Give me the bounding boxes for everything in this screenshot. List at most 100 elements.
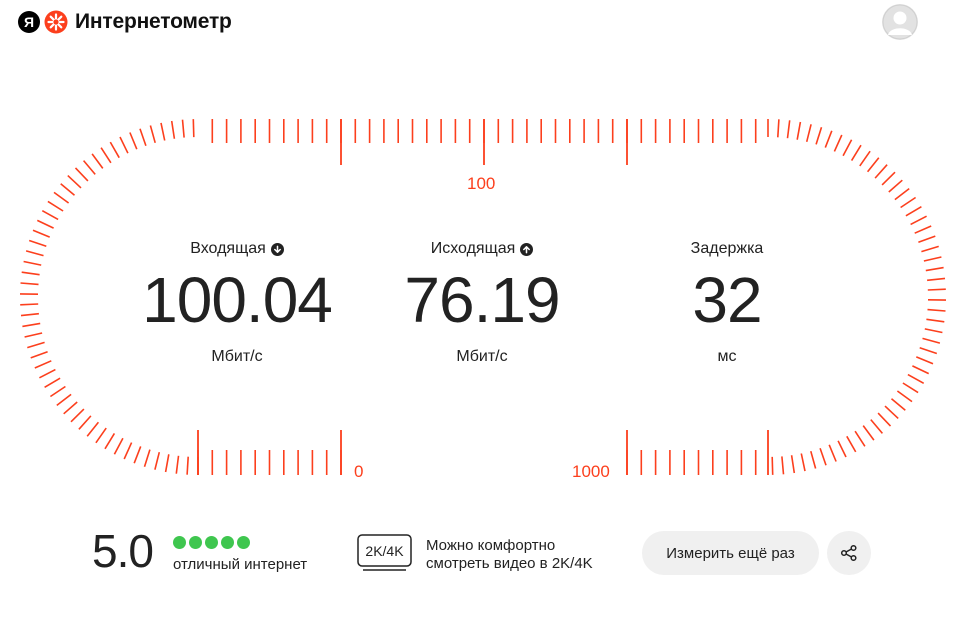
gauge-tick bbox=[918, 235, 936, 244]
gauge-tick bbox=[796, 121, 802, 140]
gauge-tick bbox=[914, 225, 932, 234]
gauge-tick bbox=[881, 171, 896, 186]
gauge-tick bbox=[890, 398, 906, 411]
gauge-tick bbox=[877, 412, 892, 427]
gauge-tick bbox=[912, 365, 930, 375]
gauge-tick bbox=[164, 454, 170, 473]
gauge-tick bbox=[926, 318, 945, 323]
gauge-tick bbox=[828, 444, 837, 462]
scale-label-1000: 1000 bbox=[572, 462, 610, 481]
gauge-tick bbox=[824, 130, 833, 148]
rating-text: отличный интернет bbox=[173, 556, 308, 573]
gauge-tick bbox=[21, 271, 40, 276]
gauge-tick bbox=[20, 303, 39, 306]
gauge-tick bbox=[154, 452, 161, 470]
upload-title: Исходящая bbox=[372, 240, 592, 258]
gauge-tick bbox=[20, 282, 39, 286]
gauge-tick bbox=[922, 337, 941, 344]
rating-stars bbox=[173, 536, 250, 549]
gauge-tick bbox=[894, 187, 910, 201]
gauge-tick bbox=[815, 126, 823, 145]
video-quality-text: Можно комфортно смотреть видео в 2K/4K bbox=[426, 537, 626, 573]
gauge-tick bbox=[907, 373, 925, 385]
gauge-tick bbox=[186, 456, 189, 475]
gauge-tick bbox=[905, 206, 922, 217]
gauge-tick bbox=[129, 132, 138, 150]
gauge-tick bbox=[874, 164, 888, 179]
upload-value: 76.19 bbox=[404, 264, 560, 336]
latency-title: Задержка bbox=[617, 240, 837, 258]
gauge-tick bbox=[67, 175, 82, 189]
gauge-tick bbox=[850, 144, 862, 162]
latency-metric: Задержка 32 мс bbox=[617, 240, 837, 366]
rating-score: 5.0 bbox=[92, 525, 154, 577]
gauge-tick bbox=[842, 139, 853, 157]
video-quality-label: 2K/4K bbox=[365, 543, 404, 559]
gauge-tick bbox=[53, 191, 70, 204]
gauge-tick bbox=[927, 308, 946, 312]
gauge-tick bbox=[27, 341, 45, 349]
gauge-tick bbox=[888, 179, 903, 193]
share-button[interactable] bbox=[827, 531, 871, 575]
gauge-tick bbox=[119, 136, 129, 154]
gauge-tick bbox=[854, 430, 866, 447]
gauge-tick bbox=[41, 209, 59, 221]
gauge-tick bbox=[862, 425, 875, 441]
gauge-tick bbox=[919, 347, 938, 355]
gauge-tick bbox=[133, 446, 142, 464]
gauge-tick bbox=[790, 455, 796, 474]
gauge-tick bbox=[900, 196, 917, 209]
gauge-tick bbox=[846, 435, 857, 453]
gauge-tick bbox=[771, 456, 774, 475]
gauge-tick bbox=[902, 382, 919, 394]
rating-star bbox=[189, 536, 202, 549]
arrow-up-icon bbox=[520, 242, 534, 256]
video-quality-badge: 2K/4K bbox=[357, 534, 412, 571]
download-value: 100.04 bbox=[142, 264, 333, 336]
gauge-tick bbox=[91, 153, 104, 169]
gauge-tick bbox=[20, 312, 39, 317]
gauge-tick bbox=[109, 141, 120, 159]
video-quality-line1: Можно комфортно bbox=[426, 537, 556, 554]
gauge-tick bbox=[24, 332, 43, 338]
download-title: Входящая bbox=[127, 240, 347, 258]
gauge-tick bbox=[30, 350, 48, 359]
gauge-tick bbox=[60, 183, 76, 196]
gauge-tick bbox=[104, 432, 116, 450]
remeasure-button[interactable]: Измерить ещё раз bbox=[642, 531, 819, 575]
gauge-tick bbox=[819, 448, 827, 466]
gauge-tick bbox=[139, 128, 147, 146]
gauge-tick bbox=[123, 442, 133, 460]
gauge-tick bbox=[170, 120, 176, 139]
gauge-tick bbox=[100, 147, 112, 164]
download-metric: Входящая 100.04 Мбит/с bbox=[127, 240, 347, 366]
gauge-tick bbox=[34, 360, 52, 369]
rating-star bbox=[221, 536, 234, 549]
upload-unit: Мбит/с bbox=[456, 348, 508, 365]
gauge-tick bbox=[915, 356, 934, 365]
gauge-tick bbox=[800, 453, 806, 472]
gauge-tick bbox=[74, 167, 89, 182]
gauge-tick bbox=[56, 393, 72, 407]
gauge-tick bbox=[63, 401, 78, 415]
gauge-tick bbox=[777, 119, 780, 138]
upload-metric: Исходящая 76.19 Мбит/с bbox=[372, 240, 592, 366]
gauge-tick bbox=[810, 450, 817, 469]
scale-label-100: 100 bbox=[467, 174, 496, 193]
gauge-tick bbox=[82, 160, 96, 175]
gauge-tick bbox=[925, 266, 944, 272]
gauge-tick bbox=[149, 125, 156, 144]
gauge-tick bbox=[927, 277, 946, 282]
video-quality-line2: смотреть видео в 2K/4K bbox=[426, 555, 593, 572]
gauge-tick bbox=[923, 256, 942, 262]
gauge-tick bbox=[113, 437, 124, 455]
gauge-tick bbox=[910, 215, 927, 226]
gauge-tick bbox=[44, 377, 61, 388]
latency-value: 32 bbox=[692, 264, 762, 336]
rating-star bbox=[237, 536, 250, 549]
gauge-tick bbox=[181, 119, 185, 138]
share-icon bbox=[840, 544, 857, 562]
gauge-tick bbox=[86, 421, 100, 437]
upload-title-text: Исходящая bbox=[430, 240, 516, 257]
scale-label-0: 0 bbox=[354, 462, 364, 481]
